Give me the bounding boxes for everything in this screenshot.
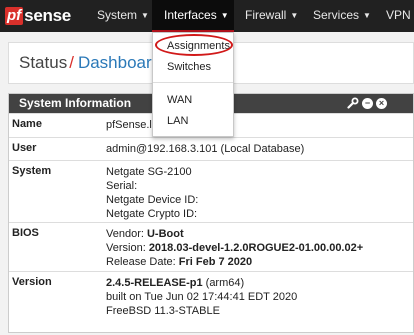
breadcrumb-dashboard-link[interactable]: Dashboard [78,53,161,72]
value-line: FreeBSD 11.3-STABLE [106,305,220,317]
bios-version: Version: 2018.03-devel-1.2.0ROGUE2-01.00… [106,242,364,254]
pfsense-logo[interactable]: pf sense [5,6,71,26]
row-version: Version 2.4.5-RELEASE-p1 (arm64) built o… [9,271,413,335]
row-value: Netgate SG-2100 Serial: Netgate Device I… [106,165,198,221]
row-value: pfSense.lo [106,119,158,131]
nav-system-label: System [97,8,138,22]
row-label: User [12,142,37,154]
top-navbar: pf sense System ▼ Interfaces ▼ Firewall ▼ Se… [0,0,414,32]
breadcrumb: Status / Dashboard [19,53,161,73]
caret-down-icon: ▼ [363,11,371,20]
value-line: Netgate SG-2100 [106,166,192,178]
bios-version-value: 2018.03-devel-1.2.0ROGUE2-01.00.00.02+ [148,242,364,254]
menu-divider [153,82,233,83]
bios-release-value: Fri Feb 7 2020 [178,256,253,268]
caret-down-icon: ▼ [290,11,299,20]
version-release: 2.4.5-RELEASE-p1 (arm64) [106,277,245,289]
value-line: Serial: [106,180,138,192]
row-value: admin@192.168.3.101 (Local Database) [106,143,305,155]
caret-down-icon: ▼ [220,11,229,20]
nav-system[interactable]: System ▼ [97,0,149,32]
nav-firewall[interactable]: Firewall ▼ [245,0,298,32]
row-system: System Netgate SG-2100 Serial: Netgate D… [9,160,413,223]
minus-circle-icon[interactable]: − [362,97,373,109]
nav-vpn[interactable]: VPN [386,0,411,32]
logo-pf: pf [5,7,24,25]
nav-vpn-label: VPN [386,8,411,22]
close-circle-icon[interactable]: × [376,97,387,109]
row-label: Version [12,276,52,288]
menu-item-wan[interactable]: WAN [167,94,192,106]
bios-vendor-value: U-Boot [146,228,184,240]
wrench-icon[interactable] [347,97,359,109]
panel-title: System Information [19,96,132,110]
value-line: Netgate Crypto ID: [106,208,198,220]
row-user: User admin@192.168.3.101 (Local Database… [9,137,413,161]
nav-interfaces[interactable]: Interfaces ▼ [152,0,234,32]
row-label: BIOS [12,227,39,239]
nav-services-label: Services [313,8,360,22]
menu-item-switches[interactable]: Switches [167,61,211,73]
nav-services[interactable]: Services ▼ [313,0,371,32]
bios-release: Release Date: Fri Feb 7 2020 [106,256,253,268]
row-label: Name [12,118,42,130]
bios-vendor: Vendor: U-Boot [106,228,184,240]
highlight-circle-annotation [155,34,233,56]
breadcrumb-separator: / [69,53,74,72]
row-label: System [12,165,52,177]
caret-down-icon: ▼ [141,11,149,20]
value-line: Netgate Device ID: [106,194,199,206]
row-value: Vendor: U-Boot Version: 2018.03-devel-1.… [106,227,363,269]
version-release-value: 2.4.5-RELEASE-p1 [106,277,203,289]
menu-item-lan[interactable]: LAN [167,115,188,127]
value-line: built on Tue Jun 02 17:44:41 EDT 2020 [106,291,298,303]
row-value: 2.4.5-RELEASE-p1 (arm64) built on Tue Ju… [106,276,297,318]
logo-sense: sense [24,6,71,25]
nav-interfaces-label: Interfaces [164,8,217,22]
row-bios: BIOS Vendor: U-Boot Version: 2018.03-dev… [9,222,413,272]
breadcrumb-section: Status [19,53,68,72]
panel-controls: − × [347,97,387,109]
nav-firewall-label: Firewall [245,8,287,22]
